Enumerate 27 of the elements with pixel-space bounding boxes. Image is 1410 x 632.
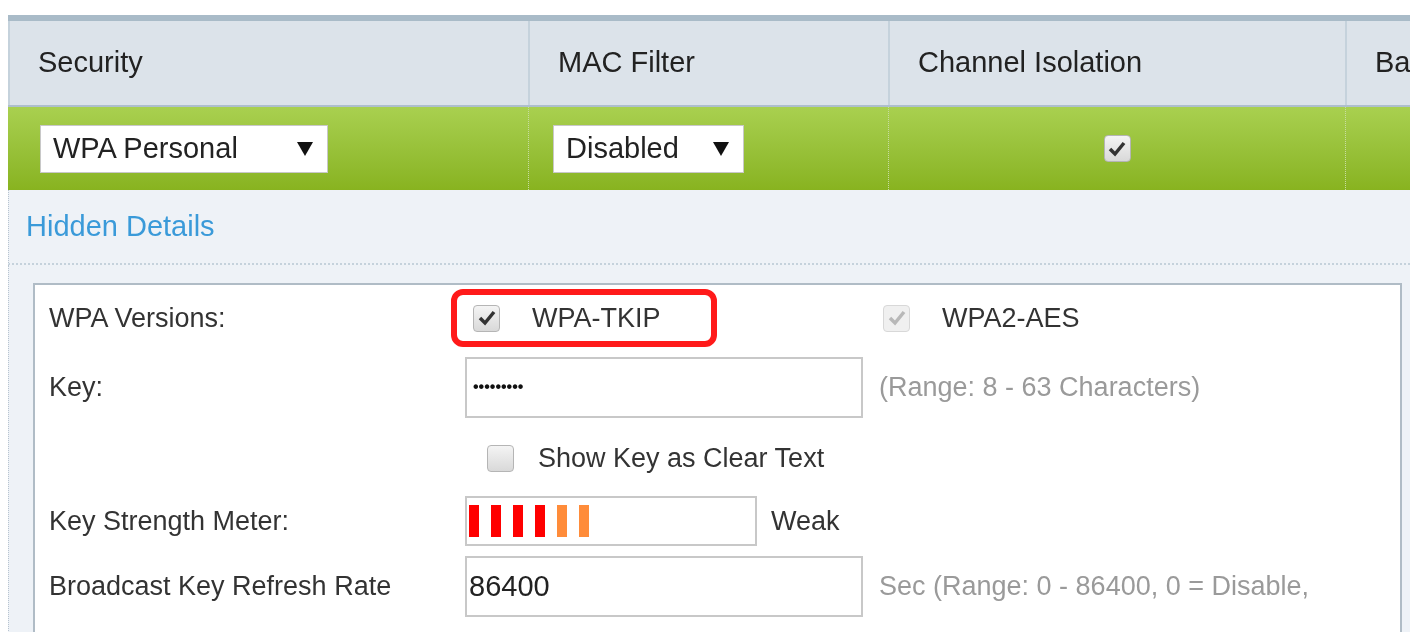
- field-label: WPA Versions:: [48, 301, 227, 335]
- field-label: Broadcast Key Refresh Rate: [48, 569, 393, 603]
- checkmark-icon: [477, 310, 496, 326]
- hint-text: (Range: 8 - 63 Characters): [879, 370, 1201, 404]
- checkbox-label: Show Key as Clear Text: [538, 441, 825, 475]
- refresh-rate-field[interactable]: 86400: [465, 555, 863, 617]
- dropdown[interactable]: WPA Personal: [40, 124, 328, 173]
- checkmark-icon: [1108, 140, 1126, 157]
- checkbox[interactable]: [487, 444, 514, 472]
- caret-icon: [713, 141, 729, 156]
- hint-text: Sec (Range: 0 - 86400, 0 = Disable,: [879, 569, 1309, 603]
- column-header: MAC Filter: [558, 45, 695, 81]
- checkbox[interactable]: [473, 304, 500, 332]
- column-header: Channel Isolation: [918, 45, 1143, 81]
- option-label: WPA-TKIP: [532, 301, 661, 335]
- strength-reading: Weak: [771, 504, 840, 538]
- checkmark-icon: [887, 310, 906, 326]
- caret-icon: [297, 141, 313, 156]
- dropdown[interactable]: Disabled: [553, 124, 744, 173]
- column-header: Ba: [1375, 45, 1410, 81]
- key-field[interactable]: •••••••••: [465, 356, 863, 418]
- column-header: Security: [38, 45, 143, 81]
- field-label: Key:: [48, 370, 105, 404]
- field-label: Key Strength Meter:: [48, 504, 291, 538]
- option-label: WPA2-AES: [942, 301, 1080, 335]
- table-row[interactable]: WPA Personal Disabled: [8, 107, 1410, 190]
- checkbox[interactable]: [1103, 135, 1131, 162]
